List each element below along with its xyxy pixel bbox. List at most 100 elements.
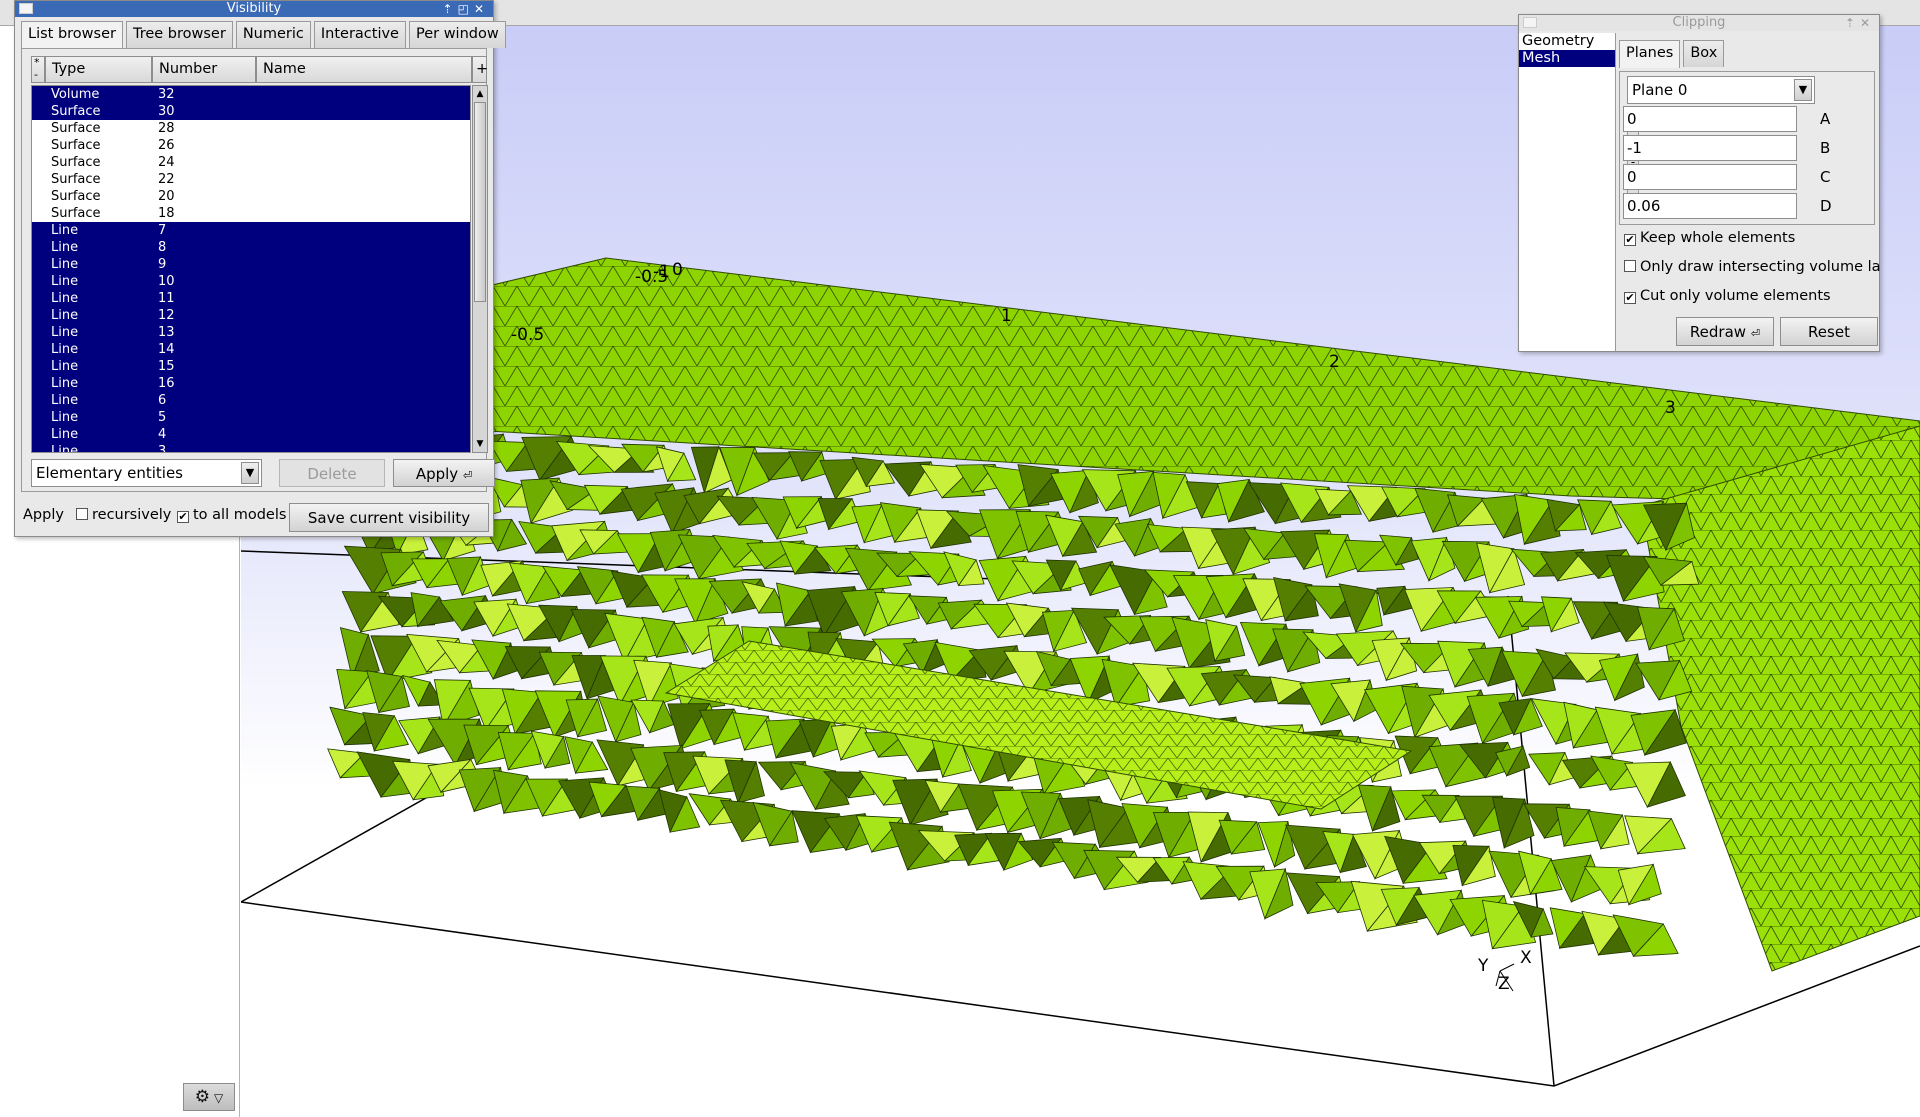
entity-number: 4 <box>158 427 167 442</box>
plane-a-label: A <box>1820 110 1831 128</box>
entity-type: Line <box>51 325 79 340</box>
redraw-button[interactable]: Redraw ⏎ <box>1676 317 1774 346</box>
list-item-geometry[interactable]: Geometry <box>1519 33 1615 50</box>
scroll-down-icon[interactable]: ▼ <box>474 437 486 451</box>
entity-type: Line <box>51 257 79 272</box>
plane-b-field[interactable]: -1 <box>1623 135 1797 161</box>
keep-whole-checkbox[interactable]: ✔ <box>1624 234 1636 246</box>
tab-tree-browser[interactable]: Tree browser <box>125 21 233 48</box>
entity-type: Line <box>51 291 79 306</box>
entity-number: 14 <box>158 342 175 357</box>
column-type[interactable]: Type <box>45 56 152 83</box>
window-menu-icon[interactable] <box>19 3 33 14</box>
list-item[interactable]: Line 16 <box>32 375 470 392</box>
entity-list[interactable]: Volume 32 Surface 30 Surface 28 Surface 26 Surfa… <box>31 85 471 453</box>
recursively-checkbox[interactable] <box>76 508 88 520</box>
window-title: Visibility <box>226 1 282 16</box>
tab-list-browser[interactable]: List browser <box>21 21 123 49</box>
plane-d-field[interactable]: 0.06 <box>1623 193 1797 219</box>
list-item[interactable]: Surface 24 <box>32 154 470 171</box>
entity-number: 12 <box>158 308 175 323</box>
list-item[interactable]: Line 6 <box>32 392 470 409</box>
all-models-option[interactable]: ✔ to all models <box>177 507 286 523</box>
list-item[interactable]: Line 10 <box>32 273 470 290</box>
all-models-checkbox[interactable]: ✔ <box>177 511 189 523</box>
cut-only-label: Cut only volume elements <box>1640 288 1831 304</box>
tab-box[interactable]: Box <box>1683 40 1725 67</box>
list-item[interactable]: Line 11 <box>32 290 470 307</box>
select-all-toggle[interactable]: * - <box>31 56 45 83</box>
list-item[interactable]: Line 8 <box>32 239 470 256</box>
window-menu-icon[interactable] <box>1523 17 1537 28</box>
entity-number: 3 <box>158 444 167 453</box>
cut-only-checkbox[interactable]: ✔ <box>1624 292 1636 304</box>
plane-a-field[interactable]: 0 <box>1623 106 1797 132</box>
column-name[interactable]: Name <box>256 56 472 83</box>
window-controls[interactable]: ⇡◰✕ <box>443 1 489 17</box>
reset-button[interactable]: Reset <box>1780 317 1878 346</box>
list-item[interactable]: Surface 28 <box>32 120 470 137</box>
recursively-option[interactable]: recursively <box>76 507 171 523</box>
add-column-button[interactable]: + <box>472 56 488 83</box>
entity-number: 9 <box>158 257 167 272</box>
list-item[interactable]: Line 3 <box>32 443 470 453</box>
delete-button[interactable]: Delete <box>279 459 385 487</box>
clip-target-list[interactable]: Geometry Mesh <box>1519 33 1616 351</box>
plane-select[interactable]: Plane 0 ▼ <box>1627 76 1815 104</box>
list-item[interactable]: Surface 22 <box>32 171 470 188</box>
chevron-down-icon: ▽ <box>214 1091 224 1105</box>
keep-whole-option[interactable]: ✔ Keep whole elements <box>1624 230 1795 246</box>
tab-planes[interactable]: Planes <box>1619 40 1681 68</box>
entity-type: Line <box>51 393 79 408</box>
list-item-mesh[interactable]: Mesh <box>1519 50 1615 67</box>
entity-number: 18 <box>158 206 175 221</box>
only-draw-checkbox[interactable] <box>1624 260 1636 272</box>
scroll-up-icon[interactable]: ▲ <box>474 87 486 101</box>
cut-only-option[interactable]: ✔ Cut only volume elements <box>1624 288 1831 304</box>
visibility-tabs: List browser Tree browser Numeric Intera… <box>15 17 506 49</box>
triad-x-label: X <box>1520 948 1532 968</box>
list-item[interactable]: Line 12 <box>32 307 470 324</box>
entity-number: 5 <box>158 410 167 425</box>
recursively-label: recursively <box>92 507 172 523</box>
visibility-titlebar[interactable]: Visibility ⇡◰✕ <box>15 1 493 17</box>
list-item[interactable]: Line 4 <box>32 426 470 443</box>
entity-type: Line <box>51 359 79 374</box>
list-item[interactable]: Surface 30 <box>32 103 470 120</box>
entity-type: Line <box>51 342 79 357</box>
list-item[interactable]: Line 9 <box>32 256 470 273</box>
entity-number: 8 <box>158 240 167 255</box>
list-item[interactable]: Line 5 <box>32 409 470 426</box>
save-visibility-button[interactable]: Save current visibility <box>289 503 489 532</box>
list-item[interactable]: Volume 32 <box>32 86 470 103</box>
chevron-down-icon[interactable]: ▼ <box>1794 79 1812 101</box>
list-item[interactable]: Surface 26 <box>32 137 470 154</box>
plane-c-field[interactable]: 0 <box>1623 164 1797 190</box>
list-item[interactable]: Surface 20 <box>32 188 470 205</box>
entity-number: 26 <box>158 138 175 153</box>
list-scrollbar[interactable]: ▲ ▼ <box>472 85 488 453</box>
list-item[interactable]: Line 15 <box>32 358 470 375</box>
chevron-down-icon[interactable]: ▼ <box>241 462 259 484</box>
list-item[interactable]: Surface 18 <box>32 205 470 222</box>
entity-number: 6 <box>158 393 167 408</box>
visibility-window: Visibility ⇡◰✕ List browser Tree browser… <box>14 0 506 537</box>
tab-interactive[interactable]: Interactive <box>313 21 406 48</box>
list-item[interactable]: Line 13 <box>32 324 470 341</box>
apply-button[interactable]: Apply ⏎ <box>393 459 495 487</box>
settings-gear-button[interactable]: ⚙ ▽ <box>183 1083 235 1111</box>
window-controls[interactable]: ⇡✕ <box>1845 15 1875 31</box>
list-item[interactable]: Line 14 <box>32 341 470 358</box>
entity-number: 11 <box>158 291 175 306</box>
clipping-titlebar[interactable]: Clipping ⇡✕ <box>1519 15 1879 31</box>
entity-type: Surface <box>51 172 101 187</box>
entity-type-select[interactable]: Elementary entities ▼ <box>31 459 262 487</box>
tab-numeric[interactable]: Numeric <box>235 21 311 48</box>
tab-per-window[interactable]: Per window <box>408 21 506 48</box>
scroll-thumb[interactable] <box>474 102 486 302</box>
list-item[interactable]: Line 7 <box>32 222 470 239</box>
only-draw-option[interactable]: Only draw intersecting volume layer <box>1624 259 1881 275</box>
return-key-icon: ⏎ <box>1750 327 1761 340</box>
column-number[interactable]: Number <box>152 56 256 83</box>
entity-number: 10 <box>158 274 175 289</box>
